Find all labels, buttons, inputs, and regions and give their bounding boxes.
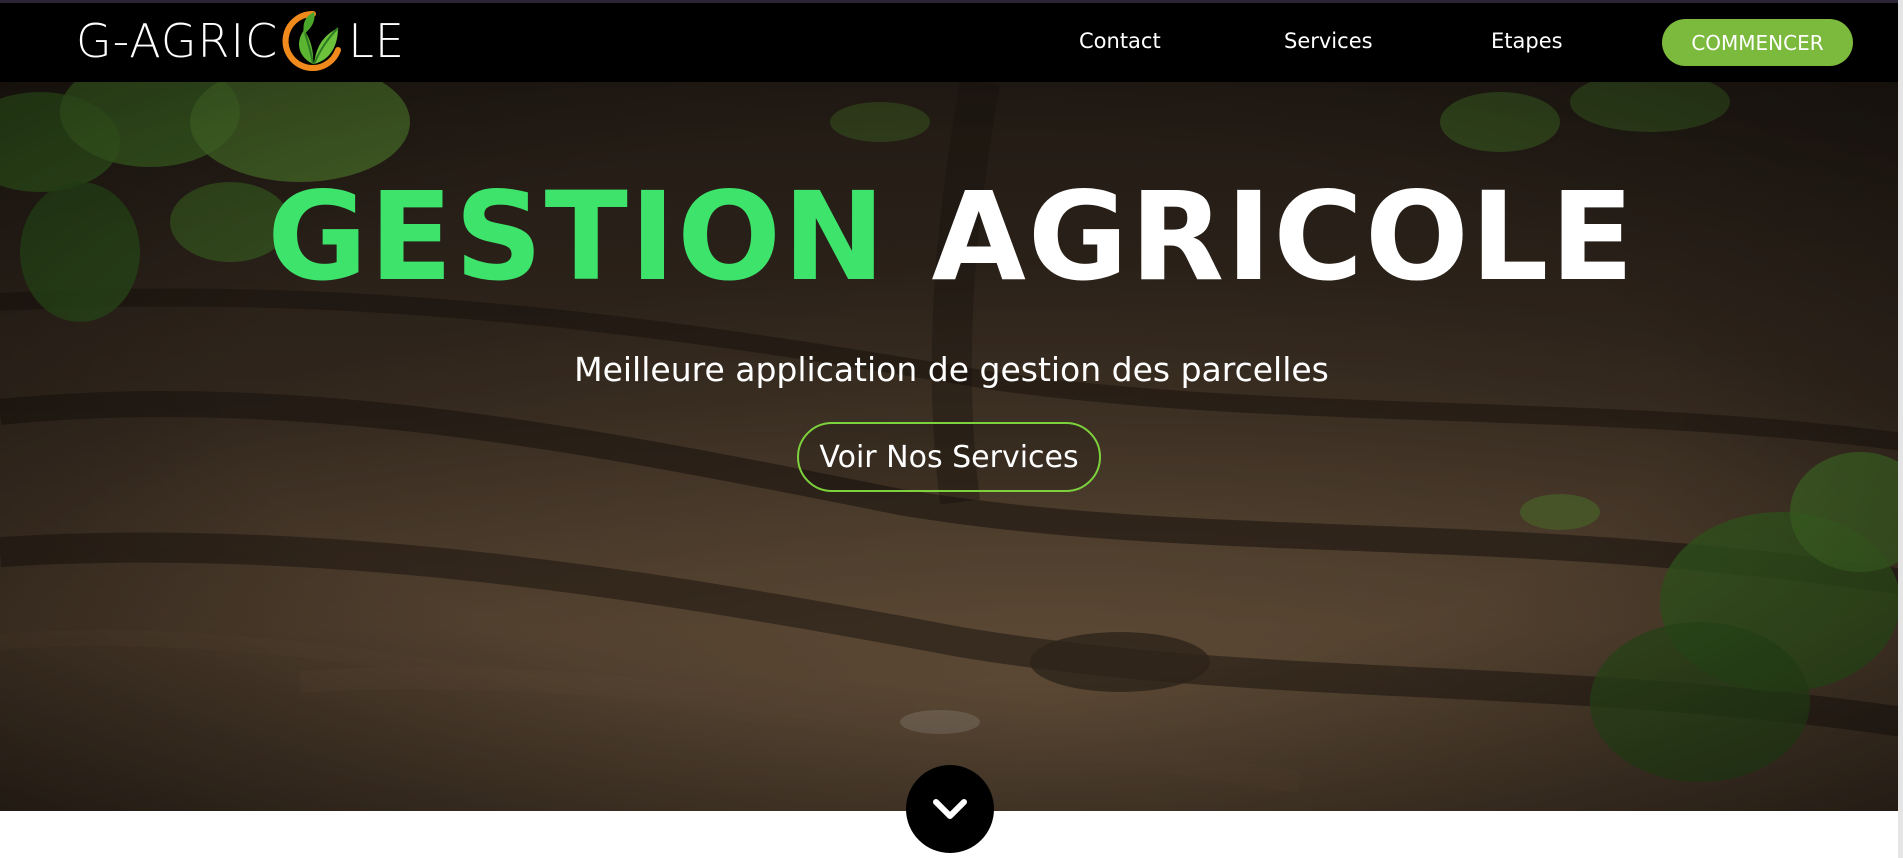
hero-title-agricole: AGRICOLE xyxy=(931,166,1636,308)
page: G-AGRIC LE Contact Services Etapes COMME… xyxy=(0,0,1903,858)
hero-section: GESTION AGRICOLE Meilleure application d… xyxy=(0,82,1903,811)
chevron-down-icon xyxy=(933,799,967,819)
scroll-down-button[interactable] xyxy=(906,765,994,853)
hero-subtitle: Meilleure application de gestion des par… xyxy=(574,350,1329,389)
nav-contact-link[interactable]: Contact xyxy=(1079,29,1161,53)
hero-title: GESTION AGRICOLE xyxy=(0,170,1903,304)
hero-title-gestion: GESTION xyxy=(267,166,888,308)
main-nav: Contact Services Etapes xyxy=(0,3,1903,82)
voir-nos-services-button[interactable]: Voir Nos Services xyxy=(797,422,1101,492)
navbar: G-AGRIC LE Contact Services Etapes COMME… xyxy=(0,3,1903,82)
commencer-button[interactable]: COMMENCER xyxy=(1662,19,1853,66)
nav-etapes-link[interactable]: Etapes xyxy=(1491,29,1563,53)
page-scrollbar[interactable] xyxy=(1898,0,1903,858)
nav-services-link[interactable]: Services xyxy=(1284,29,1373,53)
